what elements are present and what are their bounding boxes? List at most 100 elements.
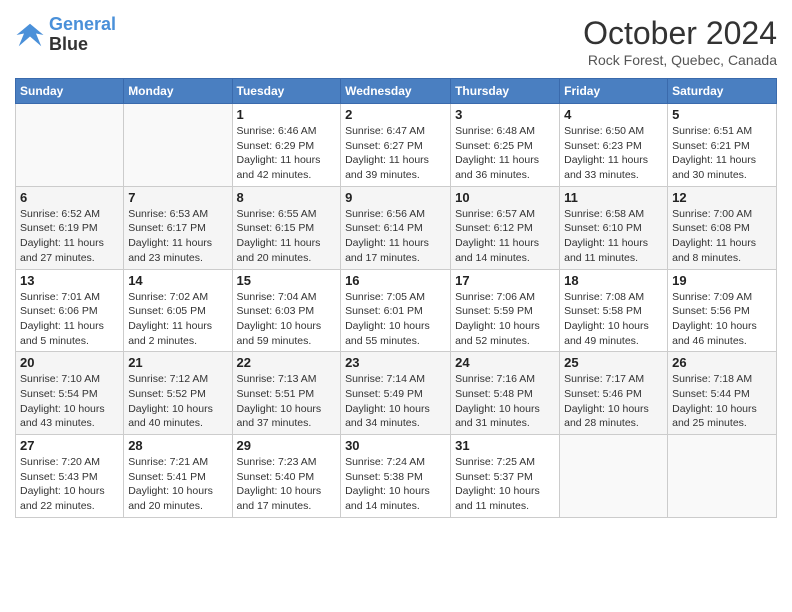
calendar-cell: 22Sunrise: 7:13 AM Sunset: 5:51 PM Dayli… — [232, 352, 341, 435]
title-block: October 2024 Rock Forest, Quebec, Canada — [583, 15, 777, 68]
calendar-cell: 14 Sunrise: 7:02 AM Sunset: 6:05 PM Dayli… — [124, 269, 232, 352]
day-info: Sunrise: 6:47 AM Sunset: 6:27 PM Dayligh… — [345, 124, 446, 183]
logo-line1: General — [49, 14, 116, 34]
calendar-row-2: 6Sunrise: 6:52 AM Sunset: 6:19 PM Daylig… — [16, 186, 777, 269]
col-wednesday: Wednesday — [341, 79, 451, 104]
calendar-body: 1 Sunrise: 6:46 AM Sunset: 6:29 PM Daylig… — [16, 104, 777, 518]
day-number: 5 — [672, 107, 772, 122]
day-number: 2 — [345, 107, 446, 122]
col-saturday: Saturday — [668, 79, 777, 104]
calendar-row-1: 1 Sunrise: 6:46 AM Sunset: 6:29 PM Daylig… — [16, 104, 777, 187]
calendar-cell: 10Sunrise: 6:57 AM Sunset: 6:12 PM Dayli… — [451, 186, 560, 269]
day-number: 10 — [455, 190, 555, 205]
calendar-row-4: 20 Sunrise: 7:10 AM Sunset: 5:54 PM Dayli… — [16, 352, 777, 435]
day-info: Sunrise: 7:12 AM Sunset: 5:52 PM Dayligh… — [128, 372, 227, 431]
logo-icon — [15, 20, 45, 50]
day-info: Sunrise: 7:00 AM Sunset: 6:08 PM Dayligh… — [672, 207, 772, 266]
day-info: Sunrise: 7:18 AM Sunset: 5:44 PM Dayligh… — [672, 372, 772, 431]
day-info: Sunrise: 6:58 AM Sunset: 6:10 PM Dayligh… — [564, 207, 663, 266]
calendar-cell: 3Sunrise: 6:48 AM Sunset: 6:25 PM Daylig… — [451, 104, 560, 187]
day-number: 8 — [237, 190, 337, 205]
day-info: Sunrise: 7:05 AM Sunset: 6:01 PM Dayligh… — [345, 290, 446, 349]
col-tuesday: Tuesday — [232, 79, 341, 104]
calendar-cell — [668, 435, 777, 518]
day-info: Sunrise: 6:46 AM Sunset: 6:29 PM Dayligh… — [237, 124, 337, 183]
day-info: Sunrise: 7:24 AM Sunset: 5:38 PM Dayligh… — [345, 455, 446, 514]
day-info: Sunrise: 7:25 AM Sunset: 5:37 PM Dayligh… — [455, 455, 555, 514]
calendar-cell: 12Sunrise: 7:00 AM Sunset: 6:08 PM Dayli… — [668, 186, 777, 269]
day-number: 1 — [237, 107, 337, 122]
day-info: Sunrise: 7:14 AM Sunset: 5:49 PM Dayligh… — [345, 372, 446, 431]
calendar-cell: 8 Sunrise: 6:55 AM Sunset: 6:15 PM Daylig… — [232, 186, 341, 269]
day-info: Sunrise: 7:21 AM Sunset: 5:41 PM Dayligh… — [128, 455, 227, 514]
calendar-cell: 13 Sunrise: 7:01 AM Sunset: 6:06 PM Dayli… — [16, 269, 124, 352]
day-number: 14 — [128, 273, 227, 288]
day-number: 4 — [564, 107, 663, 122]
day-number: 6 — [20, 190, 119, 205]
day-info: Sunrise: 7:06 AM Sunset: 5:59 PM Dayligh… — [455, 290, 555, 349]
day-info: Sunrise: 7:10 AM Sunset: 5:54 PM Dayligh… — [20, 372, 119, 431]
logo-text: General Blue — [49, 15, 116, 55]
day-number: 29 — [237, 438, 337, 453]
calendar-cell: 4 Sunrise: 6:50 AM Sunset: 6:23 PM Daylig… — [560, 104, 668, 187]
day-number: 17 — [455, 273, 555, 288]
calendar-cell — [560, 435, 668, 518]
day-number: 26 — [672, 355, 772, 370]
calendar-cell — [124, 104, 232, 187]
calendar-cell: 7Sunrise: 6:53 AM Sunset: 6:17 PM Daylig… — [124, 186, 232, 269]
calendar-cell: 23Sunrise: 7:14 AM Sunset: 5:49 PM Dayli… — [341, 352, 451, 435]
day-number: 27 — [20, 438, 119, 453]
day-info: Sunrise: 7:13 AM Sunset: 5:51 PM Dayligh… — [237, 372, 337, 431]
day-number: 30 — [345, 438, 446, 453]
day-number: 18 — [564, 273, 663, 288]
day-info: Sunrise: 7:17 AM Sunset: 5:46 PM Dayligh… — [564, 372, 663, 431]
calendar-cell: 24Sunrise: 7:16 AM Sunset: 5:48 PM Dayli… — [451, 352, 560, 435]
calendar-cell — [16, 104, 124, 187]
day-number: 20 — [20, 355, 119, 370]
day-info: Sunrise: 7:02 AM Sunset: 6:05 PM Dayligh… — [128, 290, 227, 349]
calendar-cell: 28 Sunrise: 7:21 AM Sunset: 5:41 PM Dayli… — [124, 435, 232, 518]
calendar-cell: 5 Sunrise: 6:51 AM Sunset: 6:21 PM Daylig… — [668, 104, 777, 187]
calendar-cell: 20 Sunrise: 7:10 AM Sunset: 5:54 PM Dayli… — [16, 352, 124, 435]
logo: General Blue — [15, 15, 116, 55]
location: Rock Forest, Quebec, Canada — [583, 52, 777, 68]
day-number: 11 — [564, 190, 663, 205]
day-info: Sunrise: 6:48 AM Sunset: 6:25 PM Dayligh… — [455, 124, 555, 183]
day-info: Sunrise: 7:01 AM Sunset: 6:06 PM Dayligh… — [20, 290, 119, 349]
col-friday: Friday — [560, 79, 668, 104]
day-number: 21 — [128, 355, 227, 370]
day-info: Sunrise: 6:50 AM Sunset: 6:23 PM Dayligh… — [564, 124, 663, 183]
calendar-row-3: 13 Sunrise: 7:01 AM Sunset: 6:06 PM Dayli… — [16, 269, 777, 352]
calendar-cell: 21 Sunrise: 7:12 AM Sunset: 5:52 PM Dayli… — [124, 352, 232, 435]
col-monday: Monday — [124, 79, 232, 104]
calendar-cell: 17 Sunrise: 7:06 AM Sunset: 5:59 PM Dayli… — [451, 269, 560, 352]
calendar-cell: 11 Sunrise: 6:58 AM Sunset: 6:10 PM Dayli… — [560, 186, 668, 269]
logo-line2: Blue — [49, 35, 116, 55]
day-number: 15 — [237, 273, 337, 288]
calendar-cell: 6Sunrise: 6:52 AM Sunset: 6:19 PM Daylig… — [16, 186, 124, 269]
day-info: Sunrise: 6:55 AM Sunset: 6:15 PM Dayligh… — [237, 207, 337, 266]
day-number: 9 — [345, 190, 446, 205]
col-sunday: Sunday — [16, 79, 124, 104]
day-info: Sunrise: 7:09 AM Sunset: 5:56 PM Dayligh… — [672, 290, 772, 349]
calendar-cell: 2 Sunrise: 6:47 AM Sunset: 6:27 PM Daylig… — [341, 104, 451, 187]
calendar-row-5: 27 Sunrise: 7:20 AM Sunset: 5:43 PM Dayli… — [16, 435, 777, 518]
calendar-cell: 30 Sunrise: 7:24 AM Sunset: 5:38 PM Dayli… — [341, 435, 451, 518]
day-info: Sunrise: 6:51 AM Sunset: 6:21 PM Dayligh… — [672, 124, 772, 183]
calendar-cell: 18Sunrise: 7:08 AM Sunset: 5:58 PM Dayli… — [560, 269, 668, 352]
day-number: 13 — [20, 273, 119, 288]
day-number: 7 — [128, 190, 227, 205]
day-number: 16 — [345, 273, 446, 288]
day-number: 31 — [455, 438, 555, 453]
day-info: Sunrise: 7:16 AM Sunset: 5:48 PM Dayligh… — [455, 372, 555, 431]
calendar-cell: 26 Sunrise: 7:18 AM Sunset: 5:44 PM Dayli… — [668, 352, 777, 435]
day-info: Sunrise: 6:56 AM Sunset: 6:14 PM Dayligh… — [345, 207, 446, 266]
calendar-cell: 27 Sunrise: 7:20 AM Sunset: 5:43 PM Dayli… — [16, 435, 124, 518]
calendar-cell: 1 Sunrise: 6:46 AM Sunset: 6:29 PM Daylig… — [232, 104, 341, 187]
calendar-cell: 19 Sunrise: 7:09 AM Sunset: 5:56 PM Dayli… — [668, 269, 777, 352]
day-number: 19 — [672, 273, 772, 288]
calendar-cell: 15Sunrise: 7:04 AM Sunset: 6:03 PM Dayli… — [232, 269, 341, 352]
calendar-header-row: Sunday Monday Tuesday Wednesday Thursday… — [16, 79, 777, 104]
day-info: Sunrise: 7:20 AM Sunset: 5:43 PM Dayligh… — [20, 455, 119, 514]
day-number: 28 — [128, 438, 227, 453]
